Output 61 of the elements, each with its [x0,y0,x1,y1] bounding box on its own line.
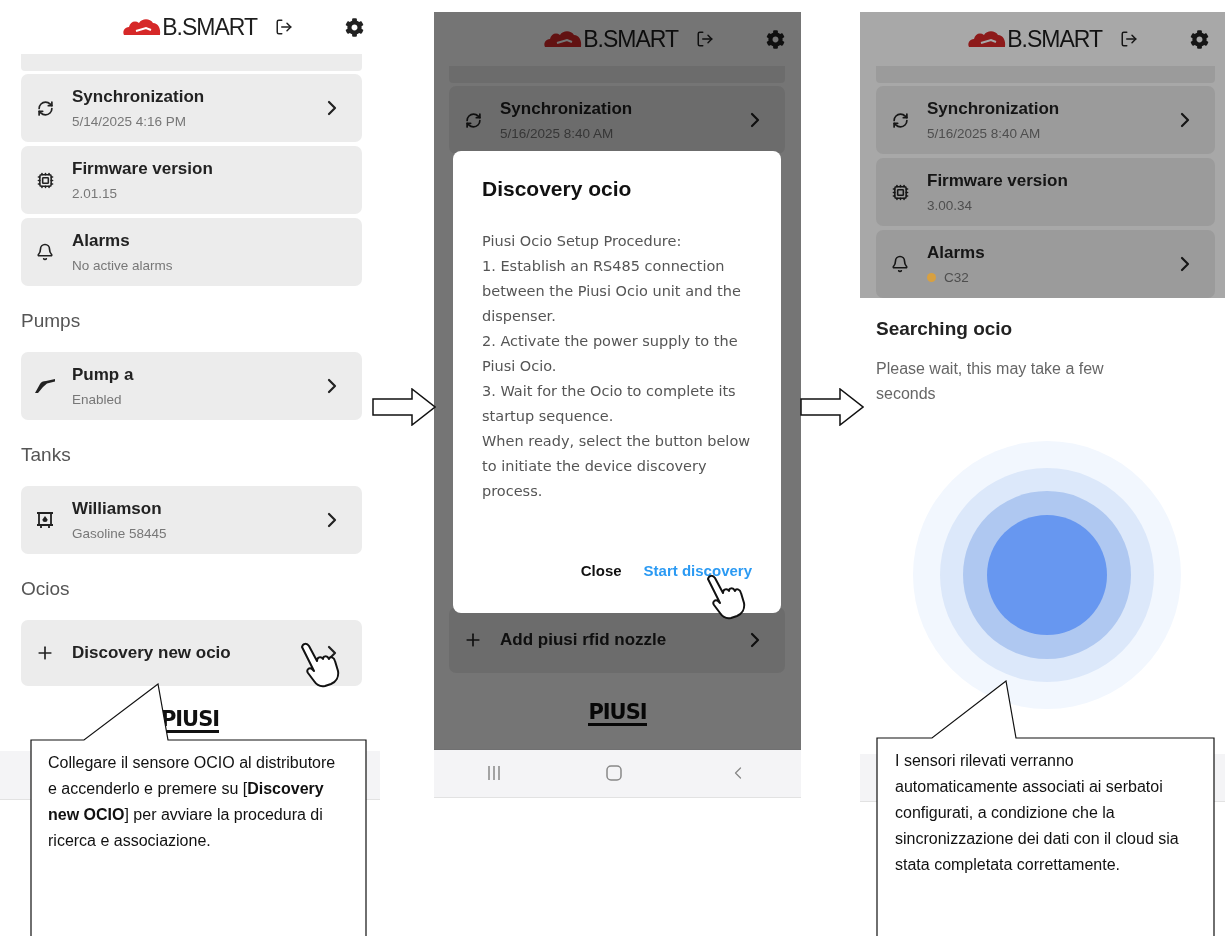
list-item[interactable]: Synchronization 5/16/2025 8:40 AM [876,86,1215,154]
recent-apps-icon[interactable] [486,765,501,781]
logout-icon[interactable] [275,18,293,36]
item-subtitle: 5/16/2025 8:40 AM [927,126,1041,141]
sheet-title: Searching ocio [876,318,1014,340]
item-subtitle: 2.01.15 [72,186,118,201]
settings-icon[interactable] [1190,29,1209,49]
section-heading: Tanks [21,444,71,466]
bell-icon [891,255,909,273]
logo-text: B.SMART [162,13,257,41]
logout-icon[interactable] [1120,30,1138,48]
item-subtitle: 5/14/2025 4:16 PM [72,114,187,129]
tank-icon [36,511,54,529]
footer-logo: PIUSI [588,700,647,726]
dialog-button[interactable]: Close [580,562,622,579]
cloud-logo-icon [543,29,584,49]
item-title: Synchronization [927,99,1061,119]
cloud-logo-icon [122,17,163,37]
item-title: Alarms [927,243,986,263]
section-heading: Ocios [21,578,70,600]
logo-text: B.SMART [583,25,678,53]
list-item[interactable]: Williamson Gasoline 58445 [21,486,362,554]
item-title: Pump a [72,365,135,385]
item-subtitle: Enabled [72,392,122,407]
logo-text: B.SMART [1007,25,1102,53]
item-title: Synchronization [500,99,634,119]
home-icon[interactable] [606,765,623,781]
list-item[interactable]: Add piusi rfid nozzle [449,607,785,673]
callout-text: Collegare il sensore OCIO al distributore e accenderlo e premere su [Discovery new OCIO] per avviare la procedura di ricerca e associazione. [48,753,337,851]
dialog-title: Discovery ocio [482,177,633,201]
item-subtitle: 3.00.34 [927,198,973,213]
list-item[interactable]: Firmware version 2.01.15 [21,146,362,214]
sync-icon [891,111,909,129]
item-title: Alarms [72,231,131,251]
list-item[interactable]: Firmware version 3.00.34 [876,158,1215,226]
item-title: Firmware version [927,171,1069,191]
callout-text: I sensori rilevati verranno automaticamente associati ai serbatoi configurati, a condizione che la sincronizzazione dei dati con il cloud sia stata completata correttamente. [895,751,1180,875]
item-title: Add piusi rfid nozzle [500,630,668,650]
item-subtitle: C32 [944,270,969,285]
item-title: Discovery new ocio [72,643,232,663]
item-title: Williamson [72,499,163,519]
list-item[interactable]: Pump a Enabled [21,352,362,420]
fuel-nozzle-icon [34,378,56,394]
list-item[interactable]: Synchronization 5/14/2025 4:16 PM [21,74,362,142]
list-item[interactable]: Alarms No active alarms [21,218,362,286]
cloud-logo-icon [967,29,1008,49]
item-subtitle: No active alarms [72,258,173,273]
item-title: Firmware version [72,159,214,179]
sync-icon [464,111,482,129]
section-heading: Pumps [21,310,81,332]
sync-icon [36,99,54,117]
chip-icon [36,171,54,189]
chip-icon [891,183,909,201]
list-item[interactable]: Alarms C32 [876,230,1215,298]
sheet-message: Please wait, this may take a few seconds [876,359,1105,404]
item-title: Synchronization [72,87,206,107]
dialog-body: Piusi Ocio Setup Procedure: 1. Establish an RS485 connection between the Piusi Ocio unit and the dispenser. 2. Activate the power supply to the Piusi Ocio. 3. Wait for the Ocio to complete its startup sequence. When ready, select the button below to initiate the device discovery process. [482,232,752,501]
bell-icon [36,243,54,261]
item-subtitle: Gasoline 58445 [72,526,167,541]
list-item[interactable]: Discovery new ocio [21,620,362,686]
settings-icon[interactable] [345,17,364,37]
